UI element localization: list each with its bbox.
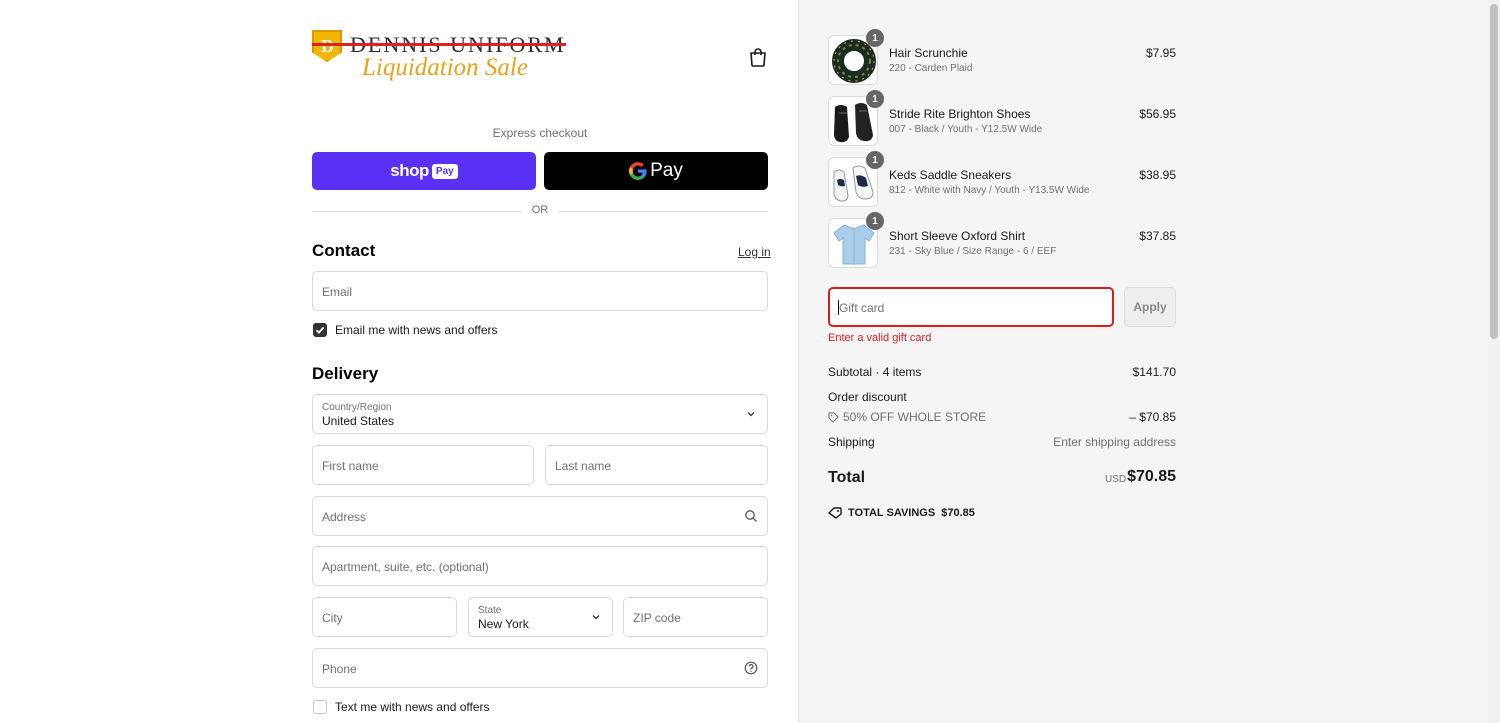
item-name: Hair Scrunchie <box>889 46 968 60</box>
email-placeholder: Email <box>322 285 353 299</box>
total-currency: USD <box>1105 474 1127 485</box>
cart-item: 1 Short Sleeve Oxford Shirt 231 - Sky Bl… <box>828 212 1176 270</box>
item-price: $56.95 <box>1139 107 1176 121</box>
shipping-value: Enter shipping address <box>1053 435 1176 449</box>
apply-button[interactable]: Apply <box>1124 287 1176 327</box>
cart-item: 1 Hair Scrunchie 220 - Carden Plaid $7.9… <box>828 29 1176 87</box>
last-name-placeholder: Last name <box>555 459 612 473</box>
savings-label: TOTAL SAVINGS <box>848 507 936 519</box>
order-discount-label: Order discount <box>828 390 907 404</box>
phone-field[interactable]: Phone <box>312 648 768 688</box>
chevron-down-icon <box>747 412 755 417</box>
total-label: Total <box>828 469 866 486</box>
email-field[interactable]: Email <box>312 271 768 311</box>
city-field[interactable]: City <box>312 597 457 637</box>
sms-opt-in-label: Text me with news and offers <box>335 700 490 714</box>
phone-placeholder: Phone <box>322 662 357 676</box>
item-variant: 007 - Black / Youth - Y12.5W Wide <box>889 124 1043 135</box>
help-circle-icon[interactable] <box>744 661 758 675</box>
cart-item: 1 Stride Rite Brighton Shoes 007 - Black… <box>828 90 1176 148</box>
shop-pay-wordmark: shop <box>390 161 429 180</box>
subtotal-value: $141.70 <box>1132 365 1176 379</box>
logo-strikethrough <box>312 43 566 46</box>
contact-heading: Contact <box>312 241 376 260</box>
store-logo[interactable]: D DENNIS UNIFORM Liquidation Sale <box>312 28 572 90</box>
email-opt-in-checkbox[interactable] <box>313 323 327 337</box>
subtotal-label: Subtotal · 4 items <box>828 365 922 379</box>
item-name: Keds Saddle Sneakers <box>889 168 1012 182</box>
zip-field[interactable]: ZIP code <box>623 597 768 637</box>
scrollbar-thumb[interactable] <box>1490 4 1498 339</box>
total-savings: TOTAL SAVINGS $70.85 <box>828 507 975 519</box>
chevron-down-icon <box>592 615 600 620</box>
discount-code: 50% OFF WHOLE STORE <box>843 410 987 424</box>
or-divider-text: OR <box>531 204 549 216</box>
item-price: $37.85 <box>1139 229 1176 243</box>
item-name: Short Sleeve Oxford Shirt <box>889 229 1026 243</box>
country-value: United States <box>322 414 395 428</box>
google-g-icon <box>629 162 647 180</box>
tag-icon <box>828 507 842 519</box>
logo-badge: D <box>312 30 342 62</box>
item-variant: 231 - Sky Blue / Size Range - 6 / EEF <box>889 246 1057 257</box>
logo-sale-text: Liquidation Sale <box>362 54 528 81</box>
total-value: $70.85 <box>1127 468 1176 485</box>
gift-card-input[interactable]: Gift card <box>828 287 1114 327</box>
tag-icon <box>828 411 839 423</box>
quantity-badge: 1 <box>866 212 884 230</box>
item-price: $7.95 <box>1145 46 1176 60</box>
divider-left <box>312 211 522 212</box>
city-placeholder: City <box>322 611 343 625</box>
address-placeholder: Address <box>322 510 367 524</box>
item-name: Stride Rite Brighton Shoes <box>889 107 1031 121</box>
checkout-form-panel: D DENNIS UNIFORM Liquidation Sale Expres… <box>0 0 798 723</box>
apartment-field[interactable]: Apartment, suite, etc. (optional) <box>312 546 768 586</box>
state-label: State <box>478 605 502 616</box>
apartment-placeholder: Apartment, suite, etc. (optional) <box>322 560 489 574</box>
quantity-badge: 1 <box>866 151 884 169</box>
gift-card-error: Enter a valid gift card <box>828 332 932 344</box>
email-opt-in-label: Email me with news and offers <box>335 323 498 337</box>
cart-item: 1 Keds Saddle Sneakers 812 - White with … <box>828 151 1176 209</box>
address-field[interactable]: Address <box>312 496 768 536</box>
divider-right <box>558 211 768 212</box>
quantity-badge: 1 <box>866 29 884 47</box>
item-variant: 812 - White with Navy / Youth - Y13.5W W… <box>889 185 1090 196</box>
express-checkout-label: Express checkout <box>492 126 588 140</box>
google-pay-button[interactable]: Pay <box>544 152 768 190</box>
discount-value: – $70.85 <box>1129 410 1176 424</box>
savings-value: $70.85 <box>941 507 975 519</box>
sms-opt-in-checkbox[interactable] <box>313 700 327 714</box>
scrollbar[interactable] <box>1488 0 1500 723</box>
google-pay-label: Pay <box>650 160 683 181</box>
shipping-label: Shipping <box>828 435 875 449</box>
first-name-field[interactable]: First name <box>312 445 534 485</box>
delivery-heading: Delivery <box>312 364 379 383</box>
item-price: $38.95 <box>1139 168 1176 182</box>
checkmark-icon <box>315 326 325 334</box>
gift-card-placeholder: Gift card <box>839 301 885 315</box>
last-name-field[interactable]: Last name <box>545 445 768 485</box>
login-link[interactable]: Log in <box>738 245 771 259</box>
state-select[interactable]: State New York <box>468 597 613 637</box>
shop-pay-button[interactable]: shop Pay <box>312 152 536 190</box>
shopping-bag-icon[interactable] <box>749 47 767 67</box>
shop-pay-pill: Pay <box>431 163 458 179</box>
search-icon[interactable] <box>744 509 758 523</box>
country-label: Country/Region <box>322 402 392 413</box>
country-select[interactable]: Country/Region United States <box>312 394 768 434</box>
state-value: New York <box>478 617 529 631</box>
zip-placeholder: ZIP code <box>633 611 681 625</box>
item-variant: 220 - Carden Plaid <box>889 63 973 74</box>
quantity-badge: 1 <box>866 90 884 108</box>
first-name-placeholder: First name <box>322 459 379 473</box>
